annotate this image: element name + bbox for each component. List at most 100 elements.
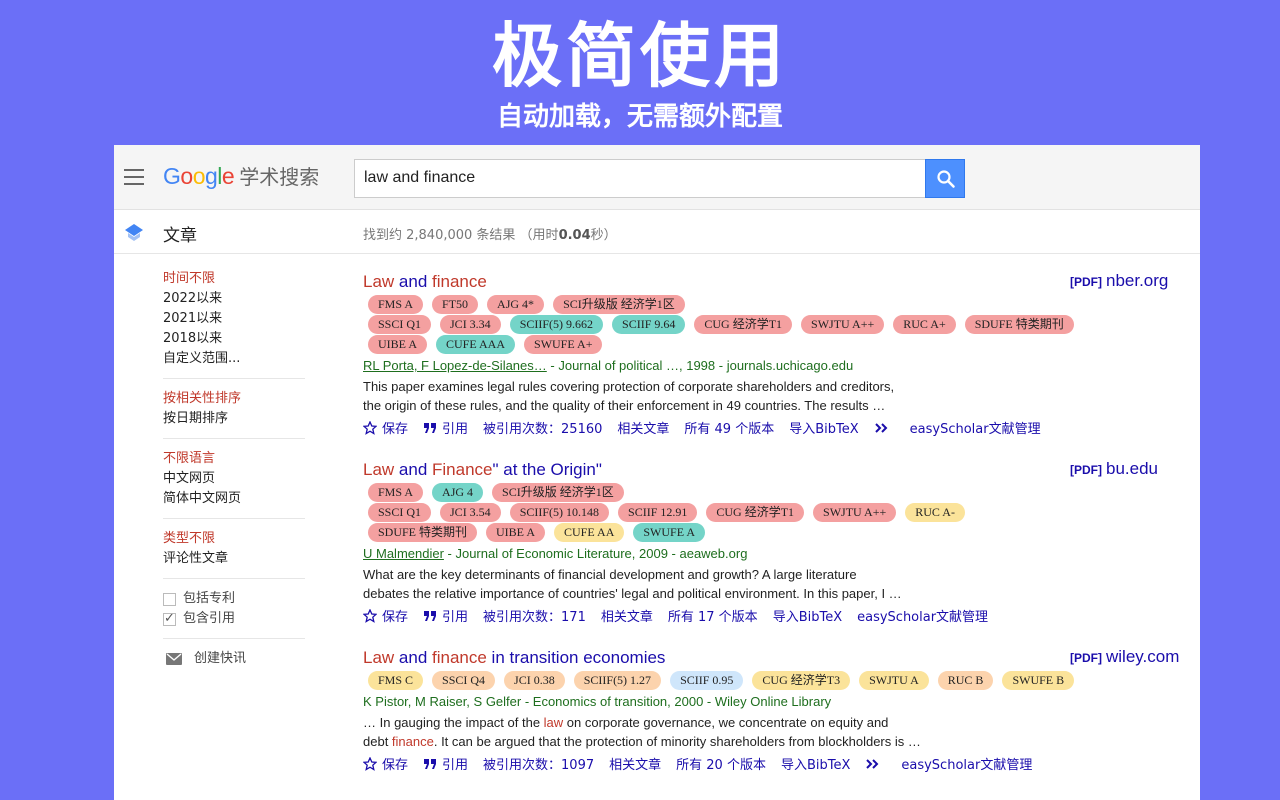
rank-tag: CUFE AAA — [436, 335, 516, 354]
result-actions: 保存 引用 被引用次数：25160 相关文章 所有 49 个版本 导入BibTeX easy… — [363, 418, 1193, 437]
action-label: 导入BibTeX — [780, 758, 851, 773]
author-links[interactable]: U Malmendier — [363, 546, 444, 561]
create-alert-link[interactable]: 创建快讯 — [163, 649, 305, 669]
pdf-source-link[interactable]: [PDF] wiley.com — [1070, 647, 1179, 667]
star-icon — [363, 756, 377, 771]
rank-tag: SDUFE 特类期刊 — [368, 523, 478, 542]
search-result: Law and finance in transition economies[… — [363, 647, 1193, 773]
filter-sidebar: 时间不限 2022以来 2021以来 2018以来 自定义范围... 按相关性排… — [163, 269, 305, 669]
rank-tag: SWJTU A — [859, 671, 929, 690]
easyscholar-manage-link[interactable]: easyScholar文献管理 — [857, 606, 988, 625]
rank-tag: SCI升级版 经济学1区 — [492, 483, 624, 502]
all-versions-link[interactable]: 所有 49 个版本 — [684, 418, 774, 437]
tag-row: SDUFE 特类期刊 UIBE A CUFE AA SWUFE A — [368, 523, 1193, 543]
logo-letter: o — [192, 163, 206, 189]
result-title-part: and — [394, 460, 432, 479]
related-articles-link[interactable]: 相关文章 — [601, 606, 653, 625]
more-actions-button[interactable] — [874, 422, 895, 434]
rank-tags: FMS C SSCI Q4 JCI 0.38 SCIIF(5) 1.27 SCIIF 0… — [363, 671, 1193, 691]
import-bibtex-link[interactable]: 导入BibTeX — [789, 418, 858, 437]
search-input[interactable]: law and finance — [354, 159, 926, 198]
checkbox-box[interactable] — [163, 592, 176, 606]
pdf-source-link[interactable]: [PDF] bu.edu — [1070, 459, 1158, 479]
quote-icon — [424, 758, 437, 769]
result-title[interactable]: Law and Finance" at the Origin" — [363, 459, 1193, 481]
cite-link[interactable]: 引用 — [423, 418, 468, 437]
action-label: 引用 — [442, 422, 469, 437]
time-filter-option[interactable]: 2021以来 — [163, 309, 305, 329]
cited-by-link[interactable]: 被引用次数：1097 — [483, 754, 594, 773]
result-title[interactable]: Law and finance in transition economies — [363, 647, 1193, 669]
include-citations-checkbox[interactable]: 包含引用 — [163, 609, 305, 629]
cite-link[interactable]: 引用 — [423, 606, 468, 625]
star-icon — [363, 420, 377, 435]
publication-info: - Journal of political …, 1998 - journal… — [546, 358, 854, 373]
magnifier-icon — [937, 170, 955, 188]
pdf-source-link[interactable]: [PDF] nber.org — [1070, 271, 1168, 291]
articles-icon — [125, 224, 143, 241]
sort-filter-option[interactable]: 按日期排序 — [163, 409, 305, 429]
all-versions-link[interactable]: 所有 20 个版本 — [676, 754, 766, 773]
publication-info: - Journal of Economic Literature, 2009 -… — [443, 546, 748, 561]
all-versions-link[interactable]: 所有 17 个版本 — [668, 606, 758, 625]
related-articles-link[interactable]: 相关文章 — [617, 418, 669, 437]
author-links[interactable]: RL Porta, F Lopez-de-Silanes… — [363, 358, 547, 373]
result-title[interactable]: Law and finance — [363, 271, 1193, 293]
rank-tag: SWJTU A++ — [801, 315, 885, 334]
rank-tag: AJG 4 — [432, 483, 484, 502]
snippet-segment: the origin of these rules, and the quali… — [363, 398, 886, 413]
related-articles-link[interactable]: 相关文章 — [609, 754, 661, 773]
more-chevron-icon — [866, 758, 879, 769]
save-link[interactable]: 保存 — [363, 418, 408, 437]
sort-filter-selected[interactable]: 按相关性排序 — [163, 389, 305, 409]
snippet-line: debates the relative importance of count… — [363, 584, 1193, 603]
result-count-suffix: 秒） — [590, 228, 617, 243]
save-link[interactable]: 保存 — [363, 606, 408, 625]
time-filter-option[interactable]: 2022以来 — [163, 289, 305, 309]
action-label: 导入BibTeX — [772, 610, 843, 625]
sort-filter-group: 按相关性排序 按日期排序 — [163, 389, 305, 439]
action-label: 所有 17 个版本 — [667, 610, 758, 625]
rank-tag: JCI 0.38 — [504, 671, 565, 690]
save-link[interactable]: 保存 — [363, 754, 408, 773]
language-filter-option[interactable]: 中文网页 — [163, 469, 305, 489]
language-filter-group: 不限语言 中文网页 简体中文网页 — [163, 449, 305, 519]
rank-tags: FMS A AJG 4 SCI升级版 经济学1区 SSCI Q1 JCI 3.54 SCI… — [363, 483, 1193, 543]
include-patents-checkbox[interactable]: 包括专利 — [163, 589, 305, 609]
time-filter-selected[interactable]: 时间不限 — [163, 269, 305, 289]
checkbox-box[interactable] — [163, 609, 176, 629]
tag-row: UIBE A CUFE AAA SWUFE A+ — [368, 335, 1193, 355]
result-title-part: finance — [432, 272, 487, 291]
rank-tag: SCIIF 0.95 — [670, 671, 744, 690]
cite-link[interactable]: 引用 — [423, 754, 468, 773]
rank-tags: FMS A FT50 AJG 4* SCI升级版 经济学1区 SSCI Q1 JCI 3.… — [363, 295, 1193, 355]
import-bibtex-link[interactable]: 导入BibTeX — [781, 754, 850, 773]
language-filter-selected[interactable]: 不限语言 — [163, 449, 305, 469]
search-button[interactable] — [925, 159, 965, 198]
result-snippet: What are the key determinants of financi… — [363, 565, 1193, 603]
tag-row: FMS C SSCI Q4 JCI 0.38 SCIIF(5) 1.27 SCIIF 0… — [368, 671, 1193, 691]
type-filter-selected[interactable]: 类型不限 — [163, 529, 305, 549]
rank-tag: RUC B — [937, 671, 994, 690]
google-scholar-logo[interactable]: Google 学术搜索 — [163, 161, 319, 190]
result-count-time: 0.04 — [558, 228, 591, 243]
logo-letter: G — [163, 163, 181, 189]
language-filter-option[interactable]: 简体中文网页 — [163, 489, 305, 509]
cited-by-link[interactable]: 被引用次数：171 — [483, 606, 586, 625]
import-bibtex-link[interactable]: 导入BibTeX — [773, 606, 842, 625]
snippet-line: This paper examines legal rules covering… — [363, 377, 1193, 396]
rank-tag: SSCI Q4 — [432, 671, 496, 690]
rank-tag: SCIIF(5) 10.148 — [509, 503, 610, 522]
articles-label[interactable]: 文章 — [163, 221, 197, 246]
cited-by-link[interactable]: 被引用次数：25160 — [483, 418, 602, 437]
more-actions-button[interactable] — [865, 758, 886, 770]
time-filter-option[interactable]: 自定义范围... — [163, 349, 305, 369]
type-filter-option[interactable]: 评论性文章 — [163, 549, 305, 569]
search-result: Law and Finance" at the Origin" [PDF] bu.e… — [363, 459, 1193, 625]
pdf-label: [PDF] — [1070, 651, 1102, 665]
easyscholar-manage-link[interactable]: easyScholar文献管理 — [910, 418, 1041, 437]
hamburger-icon[interactable] — [124, 169, 144, 185]
easyscholar-manage-link[interactable]: easyScholar文献管理 — [901, 754, 1032, 773]
checkbox-label: 包括专利 — [183, 591, 236, 606]
time-filter-option[interactable]: 2018以来 — [163, 329, 305, 349]
